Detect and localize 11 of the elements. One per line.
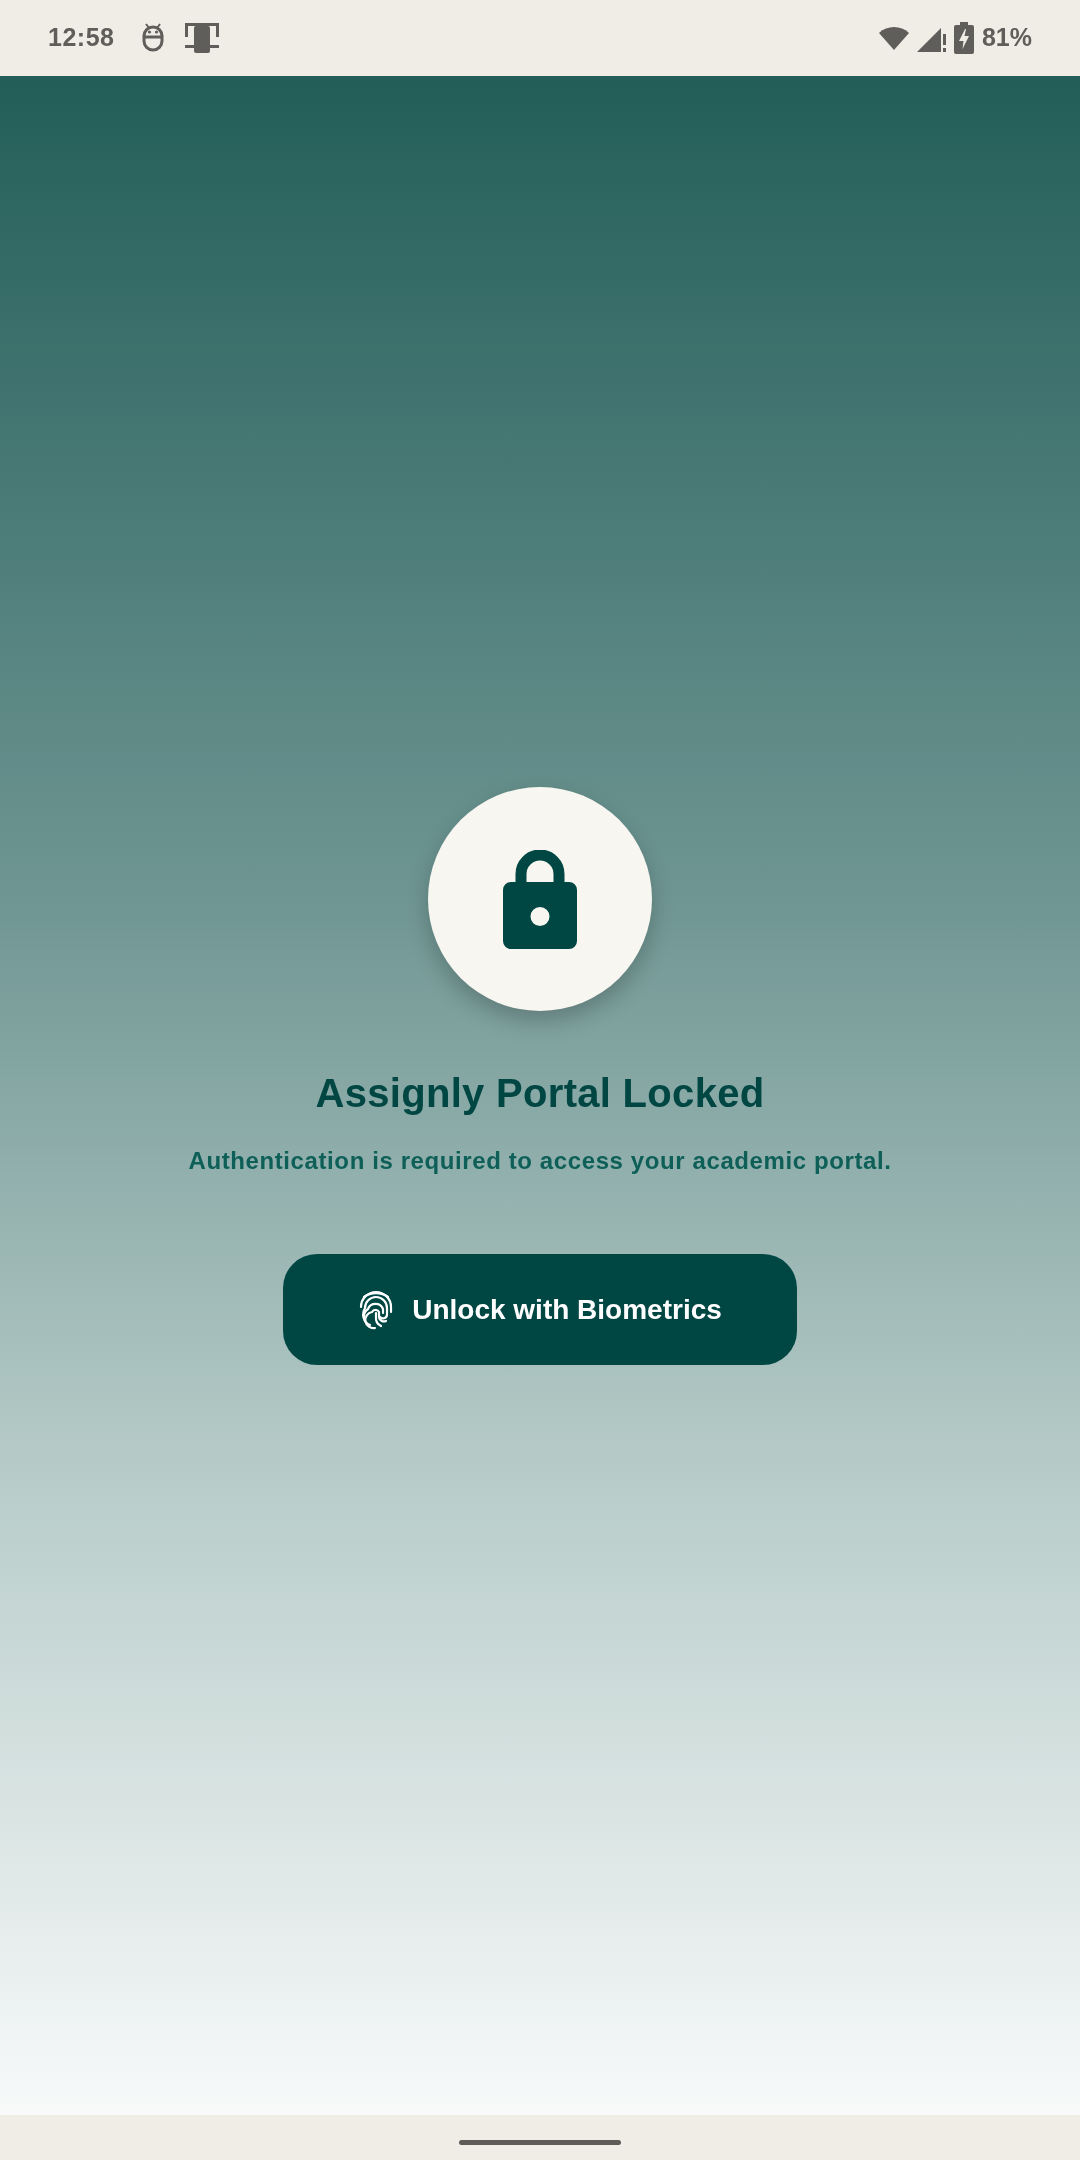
fingerprint-icon <box>358 1289 395 1330</box>
lock-title: Assignly Portal Locked <box>315 1070 765 1117</box>
lock-message: Authentication is required to access your academic portal. <box>188 1146 892 1176</box>
unlock-button[interactable]: Unlock with Biometrics <box>283 1254 797 1366</box>
battery-percentage: 81% <box>981 22 1032 54</box>
device-icon <box>185 23 220 53</box>
wifi-icon <box>878 26 909 50</box>
home-indicator[interactable] <box>459 2140 621 2145</box>
battery-charging-icon <box>953 22 974 54</box>
status-time: 12:58 <box>48 22 115 54</box>
robot-icon <box>141 23 166 53</box>
